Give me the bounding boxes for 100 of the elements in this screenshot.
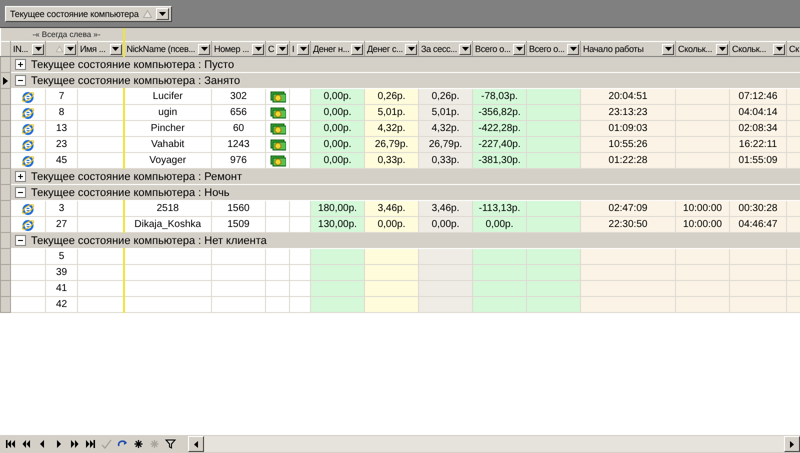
group-row-label: Текущее состояние компьютера : Нет клиента bbox=[31, 234, 267, 246]
table-cell: 10:00:00 bbox=[676, 216, 730, 232]
column-dropdown-button[interactable] bbox=[773, 44, 785, 54]
group-row-label: Текущее состояние компьютера : Пусто bbox=[31, 58, 234, 70]
filter-icon bbox=[164, 439, 176, 449]
column-header[interactable]: IN... bbox=[10, 42, 46, 56]
column-header[interactable]: Начало работы bbox=[580, 42, 676, 56]
table-cell: 7 bbox=[46, 88, 78, 104]
table-cell: -227,40р. bbox=[472, 136, 526, 152]
column-header[interactable]: Денег н... bbox=[310, 42, 364, 56]
column-dropdown-button[interactable] bbox=[198, 44, 210, 54]
table-cell: 4,32р. bbox=[364, 120, 418, 136]
column-header[interactable]: Всего о... bbox=[526, 42, 580, 56]
group-by-panel[interactable]: Текущее состояние компьютера bbox=[5, 6, 172, 22]
column-dropdown-button[interactable] bbox=[252, 44, 264, 54]
table-cell: 0,00р. bbox=[418, 216, 472, 232]
caret-icon bbox=[516, 47, 522, 51]
column-header[interactable]: I bbox=[290, 42, 310, 56]
table-cell: 00:30:28 bbox=[730, 200, 786, 216]
table-cell: 22:30:50 bbox=[580, 216, 676, 232]
column-header[interactable]: Номер ... bbox=[212, 42, 266, 56]
table-cell: 5 bbox=[46, 248, 78, 264]
caret-icon bbox=[158, 12, 166, 16]
table-cell: -356,82р. bbox=[472, 104, 526, 120]
plus-icon bbox=[17, 173, 24, 180]
column-dropdown-button[interactable] bbox=[32, 44, 44, 54]
column-dropdown-button[interactable] bbox=[297, 44, 309, 54]
column-dropdown-button[interactable] bbox=[405, 44, 417, 54]
plus-icon bbox=[17, 61, 24, 68]
column-header[interactable]: Денег с... bbox=[364, 42, 418, 56]
table-cell: -422,28р. bbox=[472, 120, 526, 136]
collapse-button[interactable] bbox=[15, 235, 26, 246]
group-row-label: Текущее состояние компьютера : Ночь bbox=[31, 186, 230, 198]
table-cell: 01:55:09 bbox=[730, 152, 786, 168]
table-cell: 0,00р. bbox=[472, 216, 526, 232]
column-header[interactable]: Скольк... bbox=[676, 42, 730, 56]
caret-icon bbox=[112, 47, 119, 51]
table-cell: 302 bbox=[212, 88, 266, 104]
first-icon bbox=[4, 439, 16, 449]
table-cell: -113,13р. bbox=[472, 200, 526, 216]
table-cell: Lucifer bbox=[124, 88, 212, 104]
refresh-icon bbox=[116, 439, 128, 449]
caret-icon bbox=[354, 47, 360, 51]
column-header[interactable]: Скольк... bbox=[730, 42, 786, 56]
column-dropdown-button[interactable] bbox=[351, 44, 363, 54]
horizontal-scrollbar[interactable] bbox=[188, 436, 800, 452]
column-header[interactable]: За сесс... bbox=[418, 42, 472, 56]
table-cell: 16:22:11 bbox=[730, 136, 786, 152]
expand-button[interactable] bbox=[15, 171, 26, 182]
table-cell: 39 bbox=[46, 264, 78, 280]
column-dropdown-button[interactable] bbox=[662, 44, 674, 54]
table-cell: 20:04:51 bbox=[580, 88, 676, 104]
column-header[interactable] bbox=[46, 42, 78, 56]
table-cell: 5,01р. bbox=[364, 104, 418, 120]
column-dropdown-button[interactable] bbox=[716, 44, 728, 54]
table-cell: 26,79р. bbox=[418, 136, 472, 152]
table-cell: 42 bbox=[46, 296, 78, 312]
table-cell: 10:00:00 bbox=[676, 200, 730, 216]
table-cell: 1509 bbox=[212, 216, 266, 232]
column-header[interactable]: Имя ... bbox=[78, 42, 124, 56]
table-cell: 5,01р. bbox=[418, 104, 472, 120]
caret-icon bbox=[776, 47, 782, 51]
group-row-label: Текущее состояние компьютера : Занято bbox=[31, 74, 240, 86]
caret-icon bbox=[278, 47, 286, 51]
table-cell: -78,03р. bbox=[472, 88, 526, 104]
column-header[interactable]: Всего о... bbox=[472, 42, 526, 56]
caret-icon bbox=[664, 47, 672, 51]
collapse-button[interactable] bbox=[15, 75, 26, 86]
table-cell: 04:04:14 bbox=[730, 104, 786, 120]
table-cell: 10:55:26 bbox=[580, 136, 676, 152]
table-cell: 27 bbox=[46, 216, 78, 232]
column-dropdown-button[interactable] bbox=[459, 44, 471, 54]
column-header[interactable]: NickName (псев... bbox=[124, 42, 212, 56]
column-header[interactable]: Ск bbox=[786, 42, 800, 56]
caret-icon bbox=[254, 47, 262, 51]
caret-icon bbox=[200, 47, 208, 51]
table-cell: 1243 bbox=[212, 136, 266, 152]
group-row-label: Текущее состояние компьютера : Ремонт bbox=[31, 170, 242, 182]
collapse-button[interactable] bbox=[15, 187, 26, 198]
last-icon bbox=[84, 439, 96, 449]
table-cell: 23:13:23 bbox=[580, 104, 676, 120]
column-dropdown-button[interactable] bbox=[276, 44, 288, 54]
table-cell: 45 bbox=[46, 152, 78, 168]
minus-icon bbox=[17, 77, 24, 84]
table-cell: ugin bbox=[124, 104, 212, 120]
column-header[interactable]: С bbox=[266, 42, 290, 56]
table-cell: 60 bbox=[212, 120, 266, 136]
table-cell: 3,46р. bbox=[418, 200, 472, 216]
table-cell: 0,00р. bbox=[310, 152, 364, 168]
table-cell: 01:09:03 bbox=[580, 120, 676, 136]
group-by-label: Текущее состояние компьютера bbox=[10, 8, 139, 18]
column-dropdown-button[interactable] bbox=[64, 44, 76, 54]
table-cell: 2518 bbox=[124, 200, 212, 216]
column-dropdown-button[interactable] bbox=[567, 44, 579, 54]
column-dropdown-button[interactable] bbox=[513, 44, 525, 54]
dropdown-button[interactable] bbox=[156, 8, 169, 20]
column-dropdown-button[interactable] bbox=[110, 44, 122, 54]
expand-button[interactable] bbox=[15, 59, 26, 70]
table-cell: 26,79р. bbox=[364, 136, 418, 152]
caret-icon bbox=[462, 47, 468, 51]
